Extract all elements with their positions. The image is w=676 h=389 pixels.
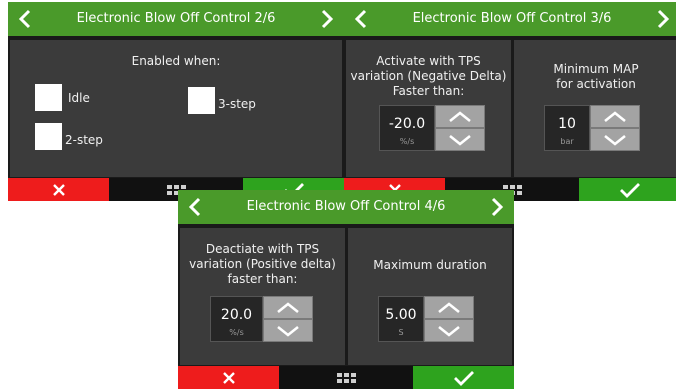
chevron-right-icon [321, 9, 334, 29]
chevron-down-icon [449, 134, 471, 146]
tps-activation-panel: Activate with TPS variation (Negative De… [346, 40, 511, 177]
chevron-down-icon [277, 325, 299, 337]
three-step-checkbox[interactable] [188, 87, 215, 114]
unit-text: %/s [229, 328, 244, 337]
increment-button[interactable] [435, 105, 485, 128]
idle-label: Idle [68, 91, 90, 105]
prev-page-button[interactable] [178, 190, 212, 224]
next-page-button[interactable] [310, 2, 344, 36]
chevron-down-icon [604, 134, 626, 146]
min-map-value-field[interactable]: 10 bar [544, 105, 590, 151]
screen-title: Electronic Blow Off Control 3/6 [412, 11, 612, 26]
value-text: 10 [558, 116, 576, 132]
enabled-when-label: Enabled when: [131, 54, 221, 68]
three-step-label: 3-step [218, 97, 256, 111]
chevron-down-icon [438, 325, 460, 337]
increment-button[interactable] [263, 296, 313, 319]
chevron-up-icon [449, 110, 471, 122]
unit-text: S [398, 328, 404, 337]
unit-text: %/s [399, 137, 415, 146]
tps-activation-value-field[interactable]: -20.0 %/s [379, 105, 435, 151]
max-duration-panel: Maximum duration 5.00 S [348, 228, 512, 365]
value-text: 5.00 [385, 307, 417, 323]
screen-header: Electronic Blow Off Control 2/6 [8, 2, 344, 36]
tps-deactivation-value-field[interactable]: 20.0 %/s [210, 296, 263, 342]
two-step-checkbox[interactable] [35, 123, 62, 150]
chevron-right-icon [491, 197, 504, 217]
screen-header: Electronic Blow Off Control 3/6 [344, 2, 676, 36]
next-page-button[interactable] [480, 190, 514, 224]
decrement-button[interactable] [435, 128, 485, 151]
menu-button[interactable] [279, 366, 413, 389]
chevron-up-icon [277, 301, 299, 313]
chevron-left-icon [354, 9, 367, 29]
screen-blowoff-2: Electronic Blow Off Control 2/6 Enabled … [8, 2, 344, 201]
footer-bar [178, 366, 514, 389]
decrement-button[interactable] [590, 128, 640, 151]
max-duration-label: Maximum duration [373, 258, 487, 272]
screen-blowoff-3: Electronic Blow Off Control 3/6 Activate… [344, 2, 676, 201]
increment-button[interactable] [424, 296, 474, 319]
tps-deactivation-panel: Deactiate with TPS variation (Positive d… [180, 228, 345, 365]
grid-icon [336, 372, 356, 383]
tps-activation-label: Activate with TPS variation (Negative De… [350, 54, 507, 98]
check-icon [453, 370, 474, 386]
chevron-left-icon [18, 9, 31, 29]
decrement-button[interactable] [424, 319, 474, 342]
chevron-left-icon [188, 197, 201, 217]
x-icon [52, 183, 65, 196]
chevron-up-icon [438, 301, 460, 313]
confirm-button[interactable] [579, 178, 676, 201]
max-duration-value-field[interactable]: 5.00 S [378, 296, 424, 342]
chevron-up-icon [604, 110, 626, 122]
check-icon [619, 182, 640, 198]
confirm-button[interactable] [413, 366, 514, 389]
next-page-button[interactable] [646, 2, 676, 36]
idle-checkbox[interactable] [35, 84, 62, 111]
increment-button[interactable] [590, 105, 640, 128]
decrement-button[interactable] [263, 319, 313, 342]
unit-text: bar [560, 137, 574, 146]
cancel-button[interactable] [178, 366, 279, 389]
chevron-right-icon [657, 9, 670, 29]
value-text: 20.0 [220, 307, 253, 323]
two-step-label: 2-step [65, 133, 103, 147]
cancel-button[interactable] [8, 178, 109, 201]
min-map-label: Minimum MAP for activation [553, 62, 639, 91]
screen-title: Electronic Blow Off Control 4/6 [246, 199, 446, 214]
prev-page-button[interactable] [8, 2, 42, 36]
screen-header: Electronic Blow Off Control 4/6 [178, 190, 514, 224]
value-text: -20.0 [388, 116, 426, 132]
screen-title: Electronic Blow Off Control 2/6 [76, 11, 276, 26]
enable-panel: Enabled when: Idle 3-step 2-step [10, 40, 342, 177]
screen-blowoff-4: Electronic Blow Off Control 4/6 Deactiat… [178, 190, 514, 389]
min-map-panel: Minimum MAP for activation 10 bar [514, 40, 676, 177]
tps-deactivation-label: Deactiate with TPS variation (Positive d… [189, 242, 336, 286]
prev-page-button[interactable] [344, 2, 378, 36]
x-icon [222, 371, 235, 384]
